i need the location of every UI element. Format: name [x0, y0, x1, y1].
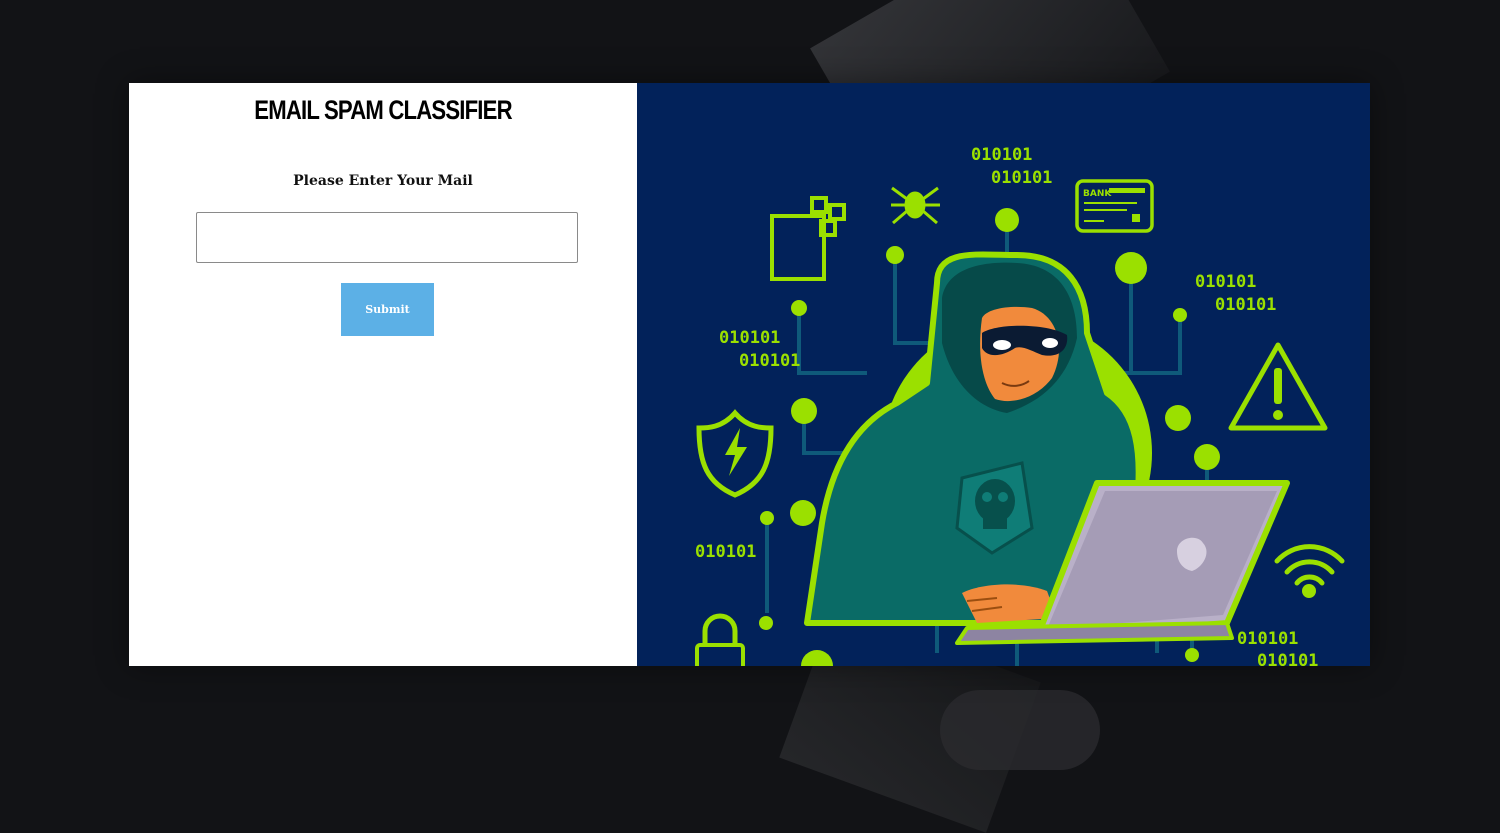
- classifier-card: EMAIL SPAM CLASSIFIER Please Enter Your …: [129, 83, 1370, 666]
- mail-input[interactable]: [196, 212, 578, 263]
- illustration-panel: 010101 010101 010101 010101 010101 01010…: [637, 83, 1370, 666]
- binary-text: 010101: [1237, 629, 1298, 649]
- binary-text: 010101: [719, 328, 780, 348]
- submit-button[interactable]: Submit: [341, 283, 434, 336]
- bank-card-icon: BANK: [1075, 179, 1154, 233]
- binary-text: 010101: [1195, 272, 1256, 292]
- bank-label: BANK: [1083, 189, 1112, 199]
- wifi-icon: [1274, 544, 1345, 598]
- hacker-illustration: 010101 010101 010101 010101 010101 01010…: [695, 145, 1345, 666]
- warning-icon: [1228, 342, 1328, 431]
- mail-input-label: Please Enter Your Mail: [293, 173, 473, 189]
- form-panel: EMAIL SPAM CLASSIFIER Please Enter Your …: [129, 83, 637, 666]
- binary-text: 010101: [991, 168, 1052, 188]
- file-icon: [770, 196, 846, 281]
- binary-text: 010101: [1257, 651, 1318, 666]
- shield-lightning-icon: [696, 409, 774, 498]
- binary-text: 010101: [1215, 295, 1276, 315]
- spider-icon: [891, 186, 940, 225]
- binary-text: 010101: [695, 542, 756, 562]
- binary-text: 010101: [971, 145, 1032, 165]
- binary-text: 010101: [739, 351, 800, 371]
- padlock-icon: [695, 613, 745, 666]
- page-title: EMAIL SPAM CLASSIFIER: [254, 95, 512, 125]
- background-hand-shape: [940, 690, 1100, 770]
